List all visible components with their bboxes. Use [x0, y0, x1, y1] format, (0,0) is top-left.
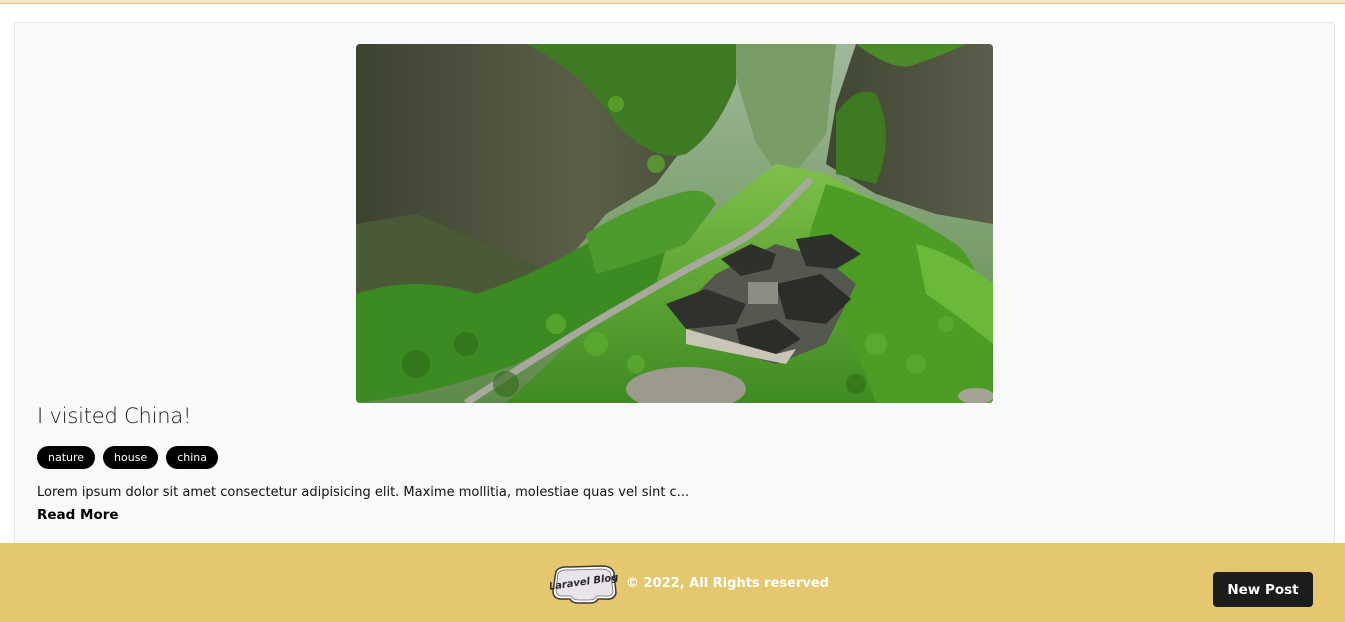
canyon-photo: [356, 44, 993, 403]
laravel-blog-logo[interactable]: Laravel Blog: [548, 563, 619, 605]
tag-china[interactable]: china: [166, 446, 219, 469]
post-title: I visited China!: [37, 404, 192, 428]
logo-badge-icon: Laravel Blog: [548, 565, 619, 604]
tag-house[interactable]: house: [103, 446, 159, 469]
post-excerpt: Lorem ipsum dolor sit amet consectetur a…: [37, 485, 690, 500]
post-image[interactable]: [356, 44, 993, 403]
tag-nature[interactable]: nature: [37, 446, 96, 469]
new-post-button[interactable]: New Post: [1213, 572, 1313, 607]
footer: Laravel Blog © 2022, All Rights reserved…: [0, 543, 1345, 622]
read-more-link[interactable]: Read More: [37, 507, 119, 523]
tag-list: nature house china: [37, 446, 219, 469]
post-card: I visited China! nature house china Lore…: [14, 22, 1335, 562]
top-accent-strip: [0, 0, 1345, 4]
copyright-text: © 2022, All Rights reserved: [626, 576, 829, 591]
